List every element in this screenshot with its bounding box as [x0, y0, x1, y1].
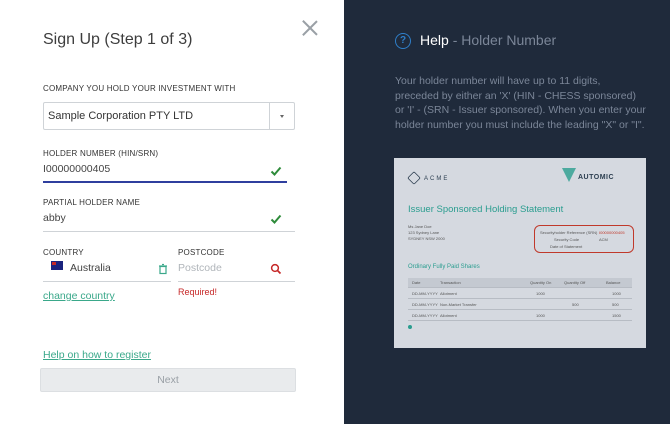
holder-number-underline — [43, 181, 287, 183]
doc-cell: Non-Market Transfer — [440, 302, 477, 307]
postcode-error: Required! — [178, 287, 218, 297]
doc-cell: Allotment — [440, 313, 457, 318]
doc-holder-addr1: 123 Sydney Lane — [408, 230, 440, 235]
help-register-link[interactable]: Help on how to register — [43, 349, 151, 361]
postcode-label: POSTCODE — [178, 248, 225, 257]
doc-heading: Issuer Sponsored Holding Statement — [408, 204, 564, 215]
doc-col: Transaction — [440, 280, 461, 285]
holder-number-input[interactable]: I00000000405 — [43, 163, 110, 175]
holder-number-label: HOLDER NUMBER (HIN/SRN) — [43, 149, 159, 158]
acme-logo-icon — [407, 171, 421, 185]
signup-form-panel: Sign Up (Step 1 of 3) COMPANY YOU HOLD Y… — [0, 0, 344, 424]
doc-table-row: DD-MM-YYYY Allotment 1000 1000 — [408, 289, 632, 299]
country-value[interactable]: Australia — [70, 262, 111, 274]
chevron-down-icon[interactable] — [269, 103, 294, 129]
country-underline — [43, 281, 171, 282]
doc-col: Quantity Off — [564, 280, 586, 285]
check-icon — [270, 212, 282, 224]
doc-col: Balance — [606, 280, 621, 285]
doc-status-dot-icon — [408, 325, 412, 329]
company-select-value: Sample Corporation PTY LTD — [48, 110, 194, 122]
doc-cell: DD-MM-YYYY — [412, 313, 438, 318]
doc-cell: DD-MM-YYYY — [412, 291, 438, 296]
doc-holder-name: Ms Jane Doe — [408, 224, 432, 229]
doc-security-code-value: ACM — [599, 237, 608, 242]
company-select[interactable]: Sample Corporation PTY LTD — [43, 102, 295, 130]
doc-col: Quantity On — [530, 280, 552, 285]
help-description: Your holder number will have up to 11 di… — [395, 75, 646, 131]
doc-cell: 1000 — [536, 291, 545, 296]
next-button[interactable]: Next — [40, 368, 296, 392]
automic-logo-icon — [562, 168, 576, 182]
close-icon[interactable] — [302, 20, 318, 36]
doc-cell: Allotment — [440, 291, 457, 296]
doc-date-label: Date of Statement — [550, 244, 583, 249]
postcode-underline — [178, 281, 295, 282]
doc-section: Ordinary Fully Paid Shares — [408, 264, 480, 270]
doc-table-row: DD-MM-YYYY Non-Market Transfer 500 500 — [408, 300, 632, 310]
doc-table-row: DD-MM-YYYY Allotment 1000 1500 — [408, 311, 632, 321]
check-icon — [270, 164, 282, 176]
change-country-link[interactable]: change country — [43, 290, 115, 302]
doc-cell: 1000 — [536, 313, 545, 318]
help-title-sub: - Holder Number — [452, 32, 557, 48]
doc-col: Date — [412, 280, 421, 285]
doc-ref-label: Securityholder Reference (SRN) — [540, 230, 598, 235]
doc-security-code-label: Security Code — [554, 237, 580, 242]
doc-cell: 500 — [612, 302, 619, 307]
doc-table-header: Date Transaction Quantity On Quantity Of… — [408, 278, 632, 288]
help-circle-icon: ? — [395, 33, 411, 49]
doc-brand: ACME — [424, 176, 450, 182]
company-label: COMPANY YOU HOLD YOUR INVESTMENT WITH — [43, 84, 236, 93]
doc-cell: 1500 — [612, 313, 621, 318]
partial-name-input[interactable]: abby — [43, 212, 66, 224]
sample-holding-statement-image: ACME AUTOMIC Issuer Sponsored Holding St… — [394, 158, 646, 348]
australia-flag-icon — [51, 261, 63, 270]
help-title: Help - Holder Number — [420, 32, 556, 48]
search-icon[interactable] — [270, 262, 282, 275]
doc-cell: 1000 — [612, 291, 621, 296]
page-title: Sign Up (Step 1 of 3) — [43, 31, 193, 48]
doc-ref-value: I00000000405 — [599, 230, 625, 235]
trash-icon[interactable] — [157, 262, 169, 275]
doc-registry: AUTOMIC — [578, 174, 615, 181]
doc-cell: 500 — [572, 302, 579, 307]
partial-name-label: PARTIAL HOLDER NAME — [43, 198, 141, 207]
postcode-input[interactable]: Postcode — [178, 262, 222, 274]
help-title-main: Help — [420, 32, 449, 48]
doc-cell: DD-MM-YYYY — [412, 302, 438, 307]
partial-name-underline — [43, 231, 295, 232]
doc-holder-addr2: SYDNEY NSW 2000 — [408, 236, 445, 241]
country-label: COUNTRY — [43, 248, 84, 257]
